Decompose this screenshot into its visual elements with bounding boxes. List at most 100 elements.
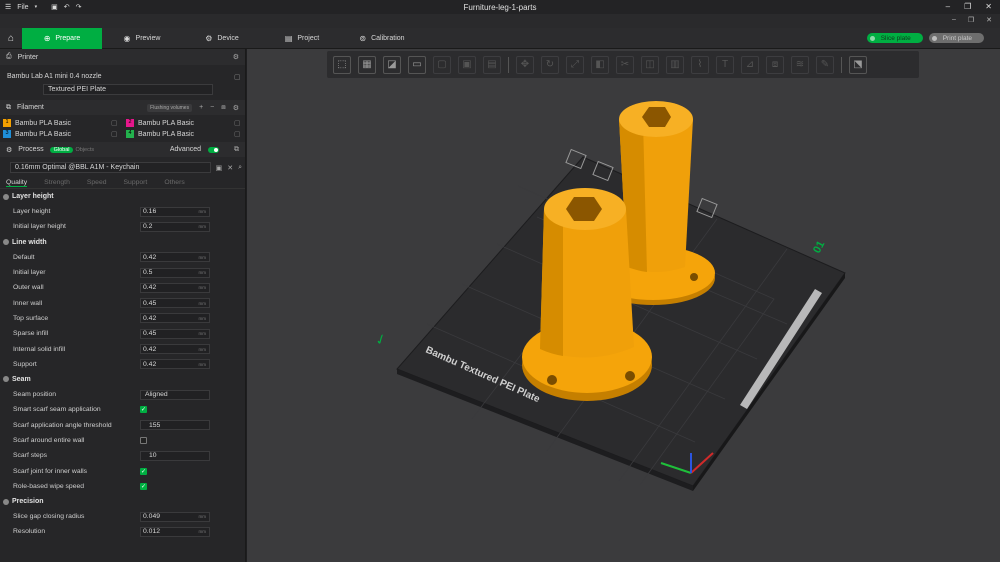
line-sparse-infill-input[interactable]: 0.45 mm [140, 328, 210, 339]
slice-plate-button[interactable]: Slice plate [866, 33, 923, 43]
filament-slot-3[interactable]: 3 Bambu PLA Basic ▢ [3, 130, 126, 138]
3d-viewport[interactable]: ⬚ ▦ ◪ ▭ ▢ ▣ ▤ ✥ ↻ ⤢ ◧ ✂ ◫ ▥ ⌇ T ⊿ ⧈ ≋ ✎ … [247, 49, 1000, 562]
filament-slot-2[interactable]: 2 Bambu PLA Basic ▢ [126, 119, 245, 127]
filament-slot-1[interactable]: 1 Bambu PLA Basic ▢ [3, 119, 126, 127]
filament-4-color-swatch[interactable]: 4 [126, 130, 134, 138]
tab-others[interactable]: Others [164, 179, 184, 186]
setting-label: Default [13, 253, 35, 261]
filament-3-color-swatch[interactable]: 3 [3, 130, 11, 138]
slice-gap-input[interactable]: 0.049 mm [140, 511, 210, 522]
title-bar: ☰ File ▾ ▣ ↶ ↷ Furniture-leg-1-parts – ❐… [0, 0, 1000, 14]
delete-preset-icon[interactable]: ✕ [227, 164, 233, 172]
filament-4-edit-icon[interactable]: ▢ [234, 130, 241, 138]
process-preset-select[interactable]: 0.16mm Optimal @BBL A1M - Keychain [10, 162, 211, 173]
filament-2-color-swatch[interactable]: 2 [126, 119, 134, 127]
role-wipe-speed-checkbox[interactable]: ✓ [140, 482, 147, 490]
global-toggle[interactable]: Global [49, 146, 74, 153]
line-default-input[interactable]: 0.42 mm [140, 252, 210, 263]
add-filament-icon[interactable]: + [199, 104, 203, 111]
tab-speed[interactable]: Speed [87, 179, 107, 186]
scarf-around-wall-checkbox[interactable] [140, 437, 147, 444]
redo-icon[interactable]: ↷ [76, 3, 82, 11]
setting-label: Outer wall [13, 284, 44, 292]
remove-filament-icon[interactable]: − [210, 104, 214, 111]
setting-label: Scarf application angle threshold [13, 421, 112, 429]
setting-label: Role-based wipe speed [13, 482, 85, 490]
layer-height-input[interactable]: 0.16 mm [140, 206, 210, 217]
save-preset-icon[interactable]: ▣ [216, 164, 223, 172]
save-icon[interactable]: ▣ [51, 3, 58, 11]
tab-strip: – ❐ ✕ [0, 14, 1000, 28]
group-line-width-label: Line width [12, 238, 47, 246]
filament-settings-icon[interactable]: ⚙ [233, 104, 239, 112]
plate-number[interactable]: 01 [811, 239, 827, 255]
edit-printer-icon[interactable]: ▢ [234, 73, 241, 81]
tab-quality[interactable]: Quality [6, 179, 28, 187]
undo-icon[interactable]: ↶ [64, 3, 70, 11]
smart-scarf-checkbox[interactable]: ✓ [140, 406, 147, 414]
setting-label: Top surface [13, 314, 49, 322]
tab-device[interactable]: ⚙ Device [182, 28, 262, 49]
line-top-surface-input[interactable]: 0.42 mm [140, 313, 210, 324]
scarf-inner-walls-checkbox[interactable]: ✓ [140, 467, 147, 475]
scarf-angle-input[interactable]: 155 [140, 420, 210, 431]
filament-slot-4[interactable]: 4 Bambu PLA Basic ▢ [126, 130, 245, 138]
seam-icon [3, 376, 9, 383]
search-icon[interactable]: ⌕ [238, 164, 242, 172]
filament-2-edit-icon[interactable]: ▢ [234, 119, 241, 127]
objects-toggle[interactable]: Objects [75, 147, 94, 153]
close-button[interactable]: ✕ [985, 2, 992, 11]
line-inner-wall-input[interactable]: 0.45 mm [140, 298, 210, 309]
setting-label: Initial layer height [13, 223, 66, 231]
seam-position-select[interactable]: Aligned [140, 389, 210, 400]
scarf-steps-input[interactable]: 10 [140, 450, 210, 461]
input-value: 0.42 [143, 314, 157, 322]
line-internal-solid-infill-input[interactable]: 0.42 mm [140, 344, 210, 355]
advanced-switch[interactable] [208, 146, 219, 153]
group-precision-label: Precision [12, 498, 44, 506]
hamburger-menu-icon[interactable]: ☰ [5, 3, 11, 11]
tab-preview[interactable]: ◉ Preview [102, 28, 182, 49]
filament-3-edit-icon[interactable]: ▢ [111, 130, 118, 138]
minimize-button[interactable]: – [946, 2, 950, 11]
initial-layer-height-input[interactable]: 0.2 mm [140, 221, 210, 232]
chevron-down-icon[interactable]: ▾ [35, 4, 38, 10]
setting-label: Scarf steps [13, 452, 47, 460]
maximize-button[interactable]: ❐ [964, 2, 971, 11]
home-button[interactable]: ⌂ [0, 28, 22, 49]
tab-project[interactable]: ▤ Project [262, 28, 342, 49]
unit-label: mm [198, 285, 207, 291]
resolution-input[interactable]: 0.012 mm [140, 526, 210, 537]
compare-presets-icon[interactable]: ⧉ [234, 146, 239, 154]
print-plate-button[interactable]: Print plate [928, 33, 984, 43]
printer-settings-icon[interactable]: ⚙ [233, 53, 239, 61]
scene-canvas[interactable]: Bambu Textured PEI Plate 01 ✓ [247, 49, 1000, 562]
tab-calibration[interactable]: ⊚ Calibration [342, 28, 422, 49]
close-tab-icon[interactable]: ✕ [986, 16, 992, 24]
flushing-volumes-button[interactable]: Flushing volumes [147, 103, 193, 112]
minimize-tab-icon[interactable]: – [952, 16, 956, 24]
plate-type-select[interactable]: Textured PEI Plate [43, 84, 213, 95]
tab-strength[interactable]: Strength [44, 179, 70, 186]
unit-label: mm [198, 300, 207, 306]
tab-support[interactable]: Support [124, 179, 148, 186]
setting-resolution: Resolution 0.012 mm [0, 524, 245, 539]
tab-prepare[interactable]: ⊕ Prepare [22, 27, 102, 49]
line-support-input[interactable]: 0.42 mm [140, 359, 210, 370]
setting-line-sparse-infill: Sparse infill 0.45 mm [0, 326, 245, 341]
group-precision: Precision [0, 494, 245, 509]
filament-1-color-swatch[interactable]: 1 [3, 119, 11, 127]
sync-filament-icon[interactable]: ⧈ [221, 104, 225, 112]
filament-1-edit-icon[interactable]: ▢ [111, 119, 118, 127]
line-outer-wall-input[interactable]: 0.42 mm [140, 282, 210, 293]
input-value: 0.049 [143, 513, 161, 521]
prepare-icon: ⊕ [43, 33, 51, 43]
setting-line-default: Default 0.42 mm [0, 250, 245, 265]
setting-line-initial-layer: Initial layer 0.5 mm [0, 265, 245, 280]
setting-role-wipe-speed: Role-based wipe speed ✓ [0, 479, 245, 494]
restore-tab-icon[interactable]: ❐ [968, 16, 974, 24]
printer-model-select[interactable]: Bambu Lab A1 mini 0.4 nozzle [3, 71, 240, 82]
line-initial-layer-input[interactable]: 0.5 mm [140, 267, 210, 278]
window-title: Furniture-leg-1-parts [463, 2, 537, 12]
file-menu[interactable]: File [17, 4, 28, 11]
